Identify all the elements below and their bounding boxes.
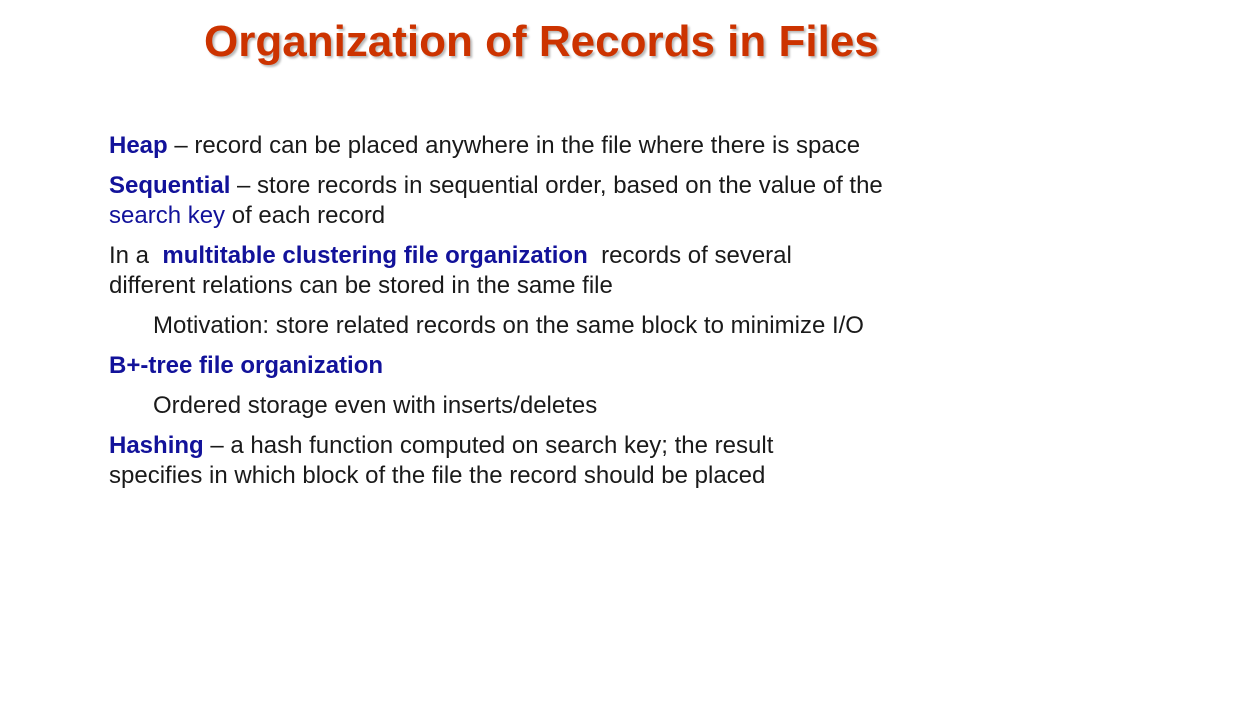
sub-bullet-ordered-storage: Ordered storage even with inserts/delete… <box>153 391 939 421</box>
keyword-heap: Heap <box>109 132 168 159</box>
sub-bullet-motivation: Motivation: store related records on the… <box>153 311 939 341</box>
slide-title: Organization of Records in Files <box>204 17 879 66</box>
term-search-key: search key <box>109 202 226 229</box>
keyword-hashing: Hashing <box>109 432 204 459</box>
bullet-heap: Heap – record can be placed anywhere in … <box>109 131 939 161</box>
slide-body: Heap – record can be placed anywhere in … <box>109 131 939 501</box>
bullet-multitable: In a multitable clustering file organiza… <box>109 241 829 301</box>
multitable-prefix: In a <box>109 242 163 269</box>
sequential-description: – store records in sequential order, bas… <box>230 172 883 199</box>
heap-description: – record can be placed anywhere in the f… <box>167 132 861 159</box>
sequential-description-end: of each record <box>225 202 386 229</box>
keyword-multitable-clustering: multitable clustering file organization <box>162 242 588 269</box>
keyword-bplus-tree: B+-tree file organization <box>109 352 384 379</box>
bullet-bplus-tree: B+-tree file organization <box>109 351 939 381</box>
bullet-hashing: Hashing – a hash function computed on se… <box>109 431 809 491</box>
ordered-storage-text: Ordered storage even with inserts/delete… <box>153 392 598 419</box>
bullet-sequential: Sequential – store records in sequential… <box>109 171 939 231</box>
keyword-sequential: Sequential <box>109 172 231 199</box>
hashing-description: – a hash function computed on search key… <box>109 432 774 489</box>
motivation-text: Motivation: store related records on the… <box>153 312 864 339</box>
